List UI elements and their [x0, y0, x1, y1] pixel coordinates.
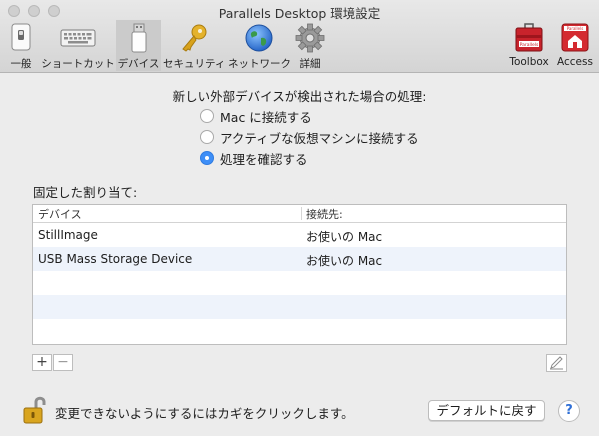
tab-advanced-label: 詳細: [299, 58, 321, 70]
table-row[interactable]: StillImage お使いの Mac: [33, 223, 566, 247]
remove-assignment-button[interactable]: −: [53, 354, 73, 371]
usb-device-icon: [129, 23, 149, 56]
help-button[interactable]: ?: [558, 400, 580, 422]
tab-advanced[interactable]: 詳細: [292, 20, 328, 71]
globe-icon: [244, 23, 274, 56]
lock-hint-text: 変更できないようにするにはカギをクリックします。: [55, 406, 354, 421]
radio-button-selected[interactable]: [200, 151, 214, 165]
radio-button[interactable]: [200, 130, 214, 144]
toolbar: Parallels Desktop 環境設定 一般 ショートカット デバイス セ…: [0, 0, 599, 73]
radio-ask-what-to-do[interactable]: 処理を確認する: [200, 149, 308, 167]
device-name: USB Mass Storage Device: [38, 252, 193, 266]
radio-connect-to-mac[interactable]: Mac に接続する: [200, 107, 312, 125]
radio-label: 処理を確認する: [220, 151, 308, 167]
tab-security[interactable]: セキュリティ: [163, 20, 225, 71]
column-divider[interactable]: [301, 207, 302, 220]
tab-general-label: 一般: [10, 58, 32, 70]
svg-text:Parallels: Parallels: [567, 26, 584, 31]
radio-label: アクティブな仮想マシンに接続する: [220, 130, 419, 146]
tab-network-label: ネットワーク: [228, 58, 291, 70]
tab-access-label: Access: [557, 56, 593, 68]
column-header-target[interactable]: 接続先:: [306, 206, 343, 222]
tab-network[interactable]: ネットワーク: [228, 20, 291, 71]
tab-shortcuts-label: ショートカット: [41, 58, 115, 70]
tab-access[interactable]: Parallels Access: [553, 20, 597, 71]
tab-shortcuts[interactable]: ショートカット: [41, 20, 115, 71]
unlocked-padlock-icon: [22, 396, 48, 428]
gear-icon: [295, 23, 325, 56]
lock-button[interactable]: [22, 395, 48, 428]
table-row[interactable]: USB Mass Storage Device お使いの Mac: [33, 247, 566, 271]
assignments-table: デバイス 接続先: StillImage お使いの Mac USB Mass S…: [32, 204, 567, 345]
column-header-device[interactable]: デバイス: [38, 206, 82, 222]
empty-row: [33, 295, 566, 319]
empty-row: [33, 271, 566, 295]
tab-toolbox[interactable]: Parallels Toolbox: [507, 20, 551, 71]
tab-devices[interactable]: デバイス: [116, 20, 161, 71]
radio-button[interactable]: [200, 109, 214, 123]
radio-connect-to-active-vm[interactable]: アクティブな仮想マシンに接続する: [200, 128, 419, 146]
access-icon: Parallels: [559, 23, 591, 56]
edit-assignment-button[interactable]: [546, 354, 567, 372]
preferences-window: Parallels Desktop 環境設定 一般 ショートカット デバイス セ…: [0, 0, 599, 436]
device-target: お使いの Mac: [306, 230, 383, 244]
key-icon: [179, 23, 209, 56]
restore-defaults-button[interactable]: デフォルトに戻す: [428, 400, 545, 421]
tab-security-label: セキュリティ: [163, 58, 226, 70]
svg-text:Parallels: Parallels: [520, 42, 539, 48]
radio-label: Mac に接続する: [220, 109, 312, 125]
device-name: StillImage: [38, 228, 98, 242]
tab-toolbox-label: Toolbox: [509, 56, 549, 68]
assignments-label: 固定した割り当て:: [33, 185, 138, 200]
empty-row: [33, 319, 566, 343]
switch-icon: [9, 23, 33, 54]
table-header: デバイス 接続先:: [33, 205, 566, 223]
tab-general[interactable]: 一般: [3, 20, 39, 71]
device-target: お使いの Mac: [306, 254, 383, 268]
toolbox-icon: Parallels: [513, 23, 545, 56]
tab-devices-label: デバイス: [117, 58, 160, 70]
external-device-heading: 新しい外部デバイスが検出された場合の処理:: [172, 89, 427, 104]
keyboard-icon: [60, 23, 96, 54]
pencil-icon: [547, 356, 566, 374]
add-assignment-button[interactable]: +: [32, 354, 52, 371]
